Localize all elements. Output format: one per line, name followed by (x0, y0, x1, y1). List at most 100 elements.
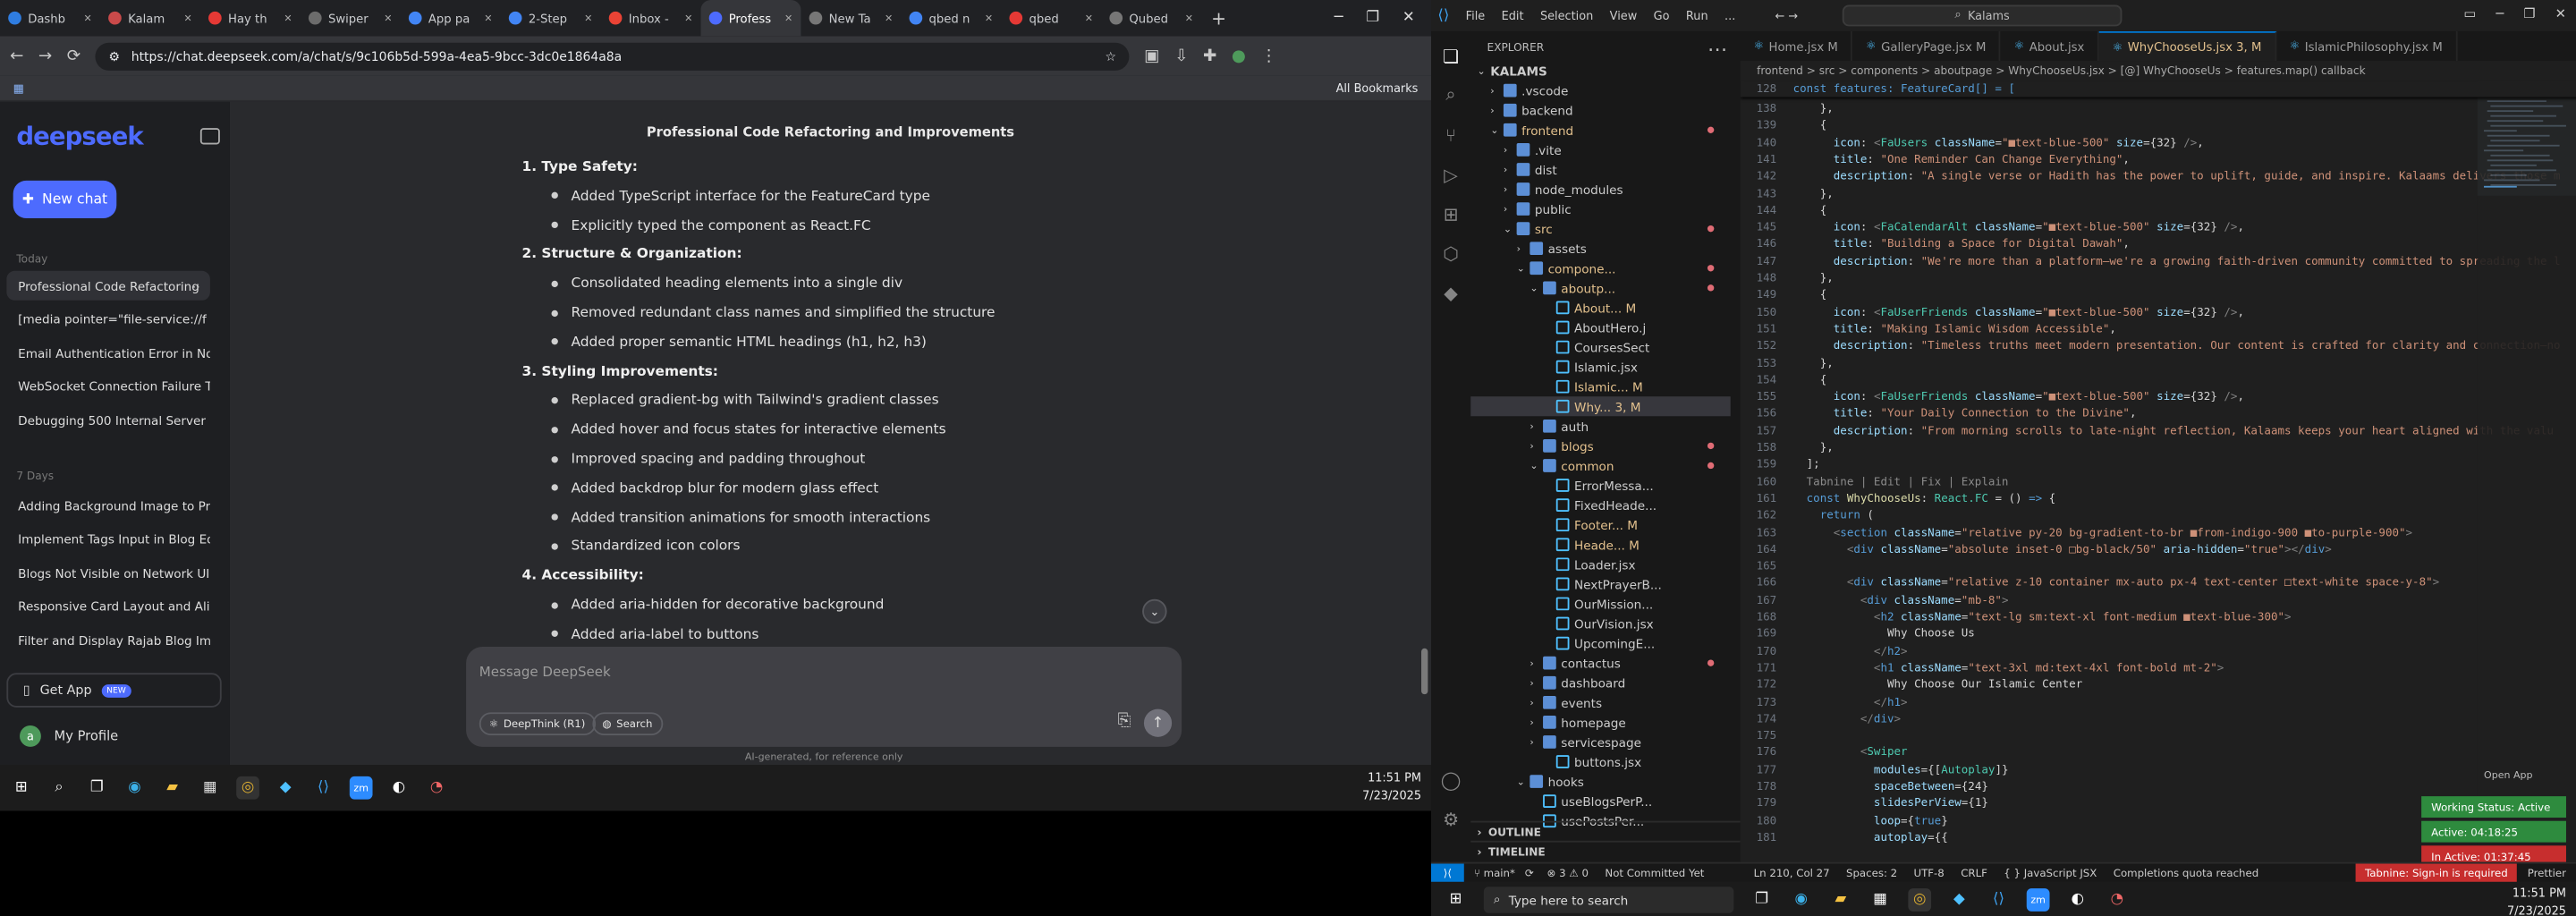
browser-tab[interactable]: Qubed ✕ (1101, 0, 1201, 36)
tree-folder[interactable]: ⌄ compone... (1470, 259, 1731, 278)
get-app-button[interactable]: ▯ Get App NEW (6, 673, 222, 708)
bookmark-star-icon[interactable]: ☆ (1106, 48, 1117, 64)
prettier-status[interactable]: Prettier (2518, 866, 2576, 879)
tab-close-icon[interactable]: ✕ (985, 13, 993, 24)
browser-tab[interactable]: qbed n ✕ (901, 0, 1001, 36)
extensions-icon[interactable]: ⊞ (1439, 202, 1462, 225)
tree-folder[interactable]: ⌄ frontend (1470, 120, 1731, 140)
tray-app-icon[interactable]: ◔ (2106, 888, 2129, 912)
indentation[interactable]: Spaces: 2 (1846, 866, 1897, 879)
tab-close-icon[interactable]: ✕ (84, 13, 92, 24)
history-item[interactable]: Implement Tags Input in Blog Ed (6, 524, 210, 554)
scroll-down-button[interactable]: ⌄ (1142, 598, 1167, 624)
tree-folder[interactable]: › events (1470, 692, 1731, 712)
minimap[interactable] (2477, 81, 2576, 862)
history-item[interactable]: Professional Code Refactoring ⋯ (6, 270, 210, 301)
tree-folder[interactable]: › public (1470, 199, 1731, 219)
branch-status[interactable]: ⑂ main* (1474, 866, 1515, 879)
tab-close-icon[interactable]: ✕ (885, 13, 893, 24)
tree-file[interactable]: Heade... M (1470, 535, 1731, 555)
store-icon[interactable]: ▦ (1868, 888, 1892, 912)
tab-close-icon[interactable]: ✕ (384, 13, 392, 24)
code-editor[interactable]: 128 const features: FeatureCard[] = [ 138… (1740, 81, 2576, 862)
tree-folder[interactable]: › assets (1470, 239, 1731, 259)
source-control-icon[interactable]: ⑂ (1439, 123, 1462, 147)
chrome-icon[interactable]: ◎ (236, 776, 259, 800)
store-icon[interactable]: ▦ (199, 776, 222, 800)
menu-item[interactable]: File (1466, 9, 1486, 22)
app-icon[interactable]: ◆ (274, 776, 297, 800)
history-item[interactable]: Responsive Card Layout and Alig (6, 591, 210, 621)
menu-item[interactable]: ... (1724, 9, 1735, 22)
command-center[interactable]: ⌕ Kalams (1842, 4, 2123, 27)
chat-scrollbar[interactable] (1421, 648, 1428, 695)
history-item[interactable]: Filter and Display Rajab Blog Ima (6, 625, 210, 655)
zoom-icon[interactable]: zm (2026, 888, 2050, 912)
outline-section[interactable]: › OUTLINE (1470, 820, 1741, 841)
vscode-icon[interactable]: ⟨⟩ (1987, 888, 2011, 912)
send-button[interactable]: ↑ (1143, 708, 1173, 737)
tab-close-icon[interactable]: ✕ (1185, 13, 1193, 24)
new-chat-button[interactable]: ✚ New chat (13, 180, 117, 219)
browser-tab[interactable]: Inbox - ✕ (601, 0, 701, 36)
tree-folder[interactable]: › dist (1470, 159, 1731, 179)
tab-close-icon[interactable]: ✕ (284, 13, 292, 24)
tab-close-icon[interactable]: ✕ (584, 13, 592, 24)
address-bar[interactable]: ⚙ https://chat.deepseek.com/a/chat/s/9c1… (95, 41, 1130, 70)
browser-tab[interactable]: App pa ✕ (401, 0, 501, 36)
tree-folder[interactable]: › backend (1470, 100, 1731, 120)
tree-file[interactable]: ErrorMessa... (1470, 475, 1731, 495)
tree-folder[interactable]: ⌄ hooks (1470, 772, 1731, 792)
reload-icon[interactable]: ⟳ (67, 47, 80, 64)
layout-icon[interactable]: ▭ (2463, 6, 2476, 21)
tree-folder[interactable]: ⌄ common (1470, 455, 1731, 475)
history-item[interactable]: Blogs Not Visible on Network UI (6, 558, 210, 588)
vscode-icon[interactable]: ⟨⟩ (312, 776, 335, 800)
file-explorer-icon[interactable]: ▰ (1829, 888, 1852, 912)
minimize-icon[interactable]: ─ (1335, 10, 1343, 26)
cursor-position[interactable]: Ln 210, Col 27 (1754, 866, 1830, 879)
tree-file[interactable]: FixedHeade... (1470, 496, 1731, 515)
tree-file[interactable]: ⌄ KALAMS (1470, 61, 1731, 81)
tree-folder[interactable]: › node_modules (1470, 179, 1731, 199)
tabnine-icon[interactable]: ◆ (1439, 281, 1462, 304)
editor-tab[interactable]: ⚛ IslamicPhilosophy.jsx M (2276, 30, 2458, 62)
more-options-icon[interactable]: ⋯ (188, 278, 200, 293)
tree-file[interactable]: useBlogsPerP... (1470, 792, 1731, 811)
encoding[interactable]: UTF-8 (1914, 866, 1945, 879)
menu-item[interactable]: Go (1654, 9, 1670, 22)
tree-folder[interactable]: › blogs (1470, 436, 1731, 455)
back-icon[interactable]: ← (10, 47, 23, 64)
search-toggle[interactable]: ◍ Search (592, 712, 663, 736)
windows-start-icon[interactable]: ⊞ (10, 776, 33, 800)
edge-icon[interactable]: ◉ (123, 776, 147, 800)
blame-status[interactable]: Not Committed Yet (1605, 866, 1704, 879)
tree-folder[interactable]: ⌄ aboutp... (1470, 278, 1731, 298)
editor-tab[interactable]: ⚛ GalleryPage.jsx M (1852, 30, 2001, 62)
remote-icon[interactable]: ⬡ (1439, 242, 1462, 265)
menu-item[interactable]: View (1610, 9, 1638, 22)
tab-close-icon[interactable]: ✕ (784, 13, 792, 24)
tree-file[interactable]: Loader.jsx (1470, 555, 1731, 574)
browser-tab[interactable]: Hay th ✕ (200, 0, 301, 36)
minimize-icon[interactable]: ─ (2496, 6, 2504, 21)
problems-status[interactable]: ⊗ 3 ⚠ 0 (1546, 866, 1589, 879)
explorer-more-icon[interactable]: ⋯ (1707, 38, 1727, 61)
tree-folder[interactable]: › .vite (1470, 140, 1731, 159)
app-dot-icon[interactable]: ◐ (387, 776, 411, 800)
tab-close-icon[interactable]: ✕ (183, 13, 191, 24)
line-ending[interactable]: CRLF (1961, 866, 1987, 879)
run-debug-icon[interactable]: ▷ (1439, 163, 1462, 186)
breadcrumb[interactable]: frontend > src > components > aboutpage … (1740, 61, 2576, 81)
site-info-icon[interactable]: ⚙ (108, 48, 120, 64)
app-icon[interactable]: ◆ (1947, 888, 1970, 912)
tree-file[interactable]: Footer... M (1470, 515, 1731, 535)
completions-quota[interactable]: Completions quota reached (2114, 866, 2258, 879)
my-profile[interactable]: a My Profile (20, 725, 118, 747)
chrome-icon[interactable]: ◎ (1908, 888, 1932, 912)
tab-close-icon[interactable]: ✕ (684, 13, 692, 24)
file-explorer-icon[interactable]: ▰ (161, 776, 184, 800)
profile-icon[interactable]: ● (1232, 47, 1246, 64)
tree-folder[interactable]: › homepage (1470, 712, 1731, 732)
settings-gear-icon[interactable]: ⚙ (1439, 808, 1462, 831)
